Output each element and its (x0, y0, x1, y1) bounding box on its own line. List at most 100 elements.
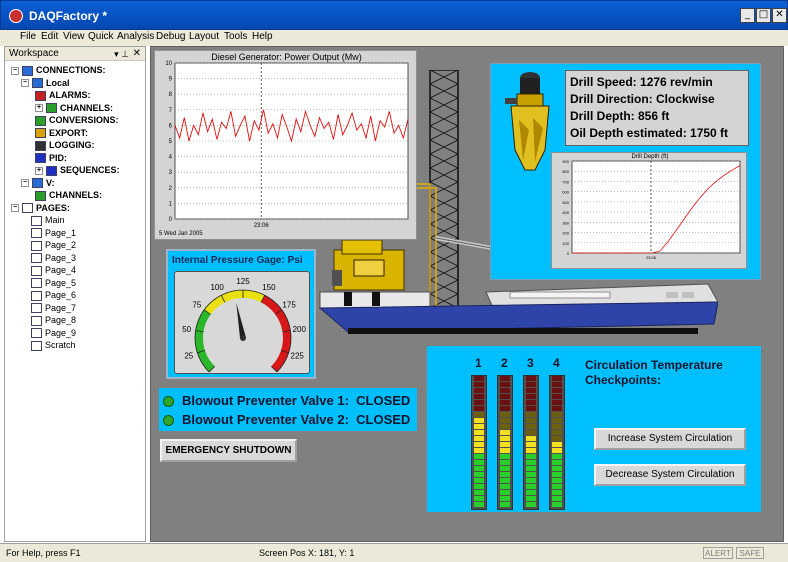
tree-item[interactable]: Page_7 (31, 302, 76, 314)
maximize-button[interactable]: □ (756, 8, 771, 23)
bar-segment (474, 436, 484, 441)
page-icon (31, 278, 42, 289)
node-icon (46, 165, 57, 176)
expand-toggle-icon[interactable]: − (21, 79, 29, 88)
bar-segment (552, 484, 562, 489)
temperature-bar (523, 375, 539, 510)
gauge-face: 0 25 50 75 100 125 150 175 200 225 250 (174, 271, 310, 383)
expand-toggle-icon[interactable]: + (35, 104, 43, 113)
bar-segment (474, 490, 484, 495)
tree-item[interactable]: − CONNECTIONS: (11, 64, 106, 76)
tree-item[interactable]: Scratch (31, 339, 76, 351)
tree-item[interactable]: PID: (35, 152, 67, 164)
valve-2-row: Blowout Preventer Valve 2: CLOSED (163, 412, 410, 427)
tree-item[interactable]: + CHANNELS: (35, 102, 113, 114)
minimize-button[interactable]: _ (740, 8, 755, 23)
tree-item-label: Main (45, 215, 65, 225)
bar-segment (526, 400, 536, 405)
power-chart-date: 5 Wed Jan 2005 (159, 231, 203, 237)
bar-segment (500, 466, 510, 471)
menu-view[interactable]: View (63, 31, 85, 42)
bar-segment (552, 460, 562, 465)
bar-segment (500, 412, 510, 417)
bar-segment (474, 484, 484, 489)
expand-toggle-icon[interactable]: + (35, 166, 43, 175)
tree-item[interactable]: EXPORT: (35, 127, 88, 139)
page-icon (31, 290, 42, 301)
temperature-bar (497, 375, 513, 510)
drill-depth-chart[interactable]: Drill Depth (ft) 0 100 200 300 400 500 600 700 8… (551, 152, 747, 269)
bar-segment (500, 490, 510, 495)
tree-item[interactable]: CONVERSIONS: (35, 114, 119, 126)
expand-toggle-icon[interactable]: − (11, 66, 19, 75)
node-icon (35, 90, 46, 101)
y-tick-label: 10 (165, 61, 172, 67)
tree-item[interactable]: − V: (21, 177, 55, 189)
menu-analysis[interactable]: Analysis (117, 31, 154, 42)
menu-edit[interactable]: Edit (41, 31, 58, 42)
pressure-gauge: 0 25 50 75 100 125 150 175 200 225 250 (182, 277, 306, 383)
tree-item[interactable]: Page_8 (31, 314, 76, 326)
page-icon (31, 215, 42, 226)
workspace-close-icon[interactable]: ✕ (133, 47, 141, 61)
tree-item[interactable]: Page_9 (31, 327, 76, 339)
bar-segment (526, 466, 536, 471)
pin-icon[interactable]: ▾ ⊥ (114, 47, 129, 61)
expand-toggle-icon[interactable]: − (11, 204, 19, 213)
tree-item[interactable]: − PAGES: (11, 202, 70, 214)
tree-item[interactable]: Page_3 (31, 252, 76, 264)
node-icon (32, 178, 43, 189)
menu-debug[interactable]: Debug (156, 31, 185, 42)
bar-segment (552, 376, 562, 381)
increase-circulation-button[interactable]: Increase System Circulation (594, 428, 746, 450)
menu-layout[interactable]: Layout (189, 31, 219, 42)
bar-segment (526, 394, 536, 399)
pressure-gauge-panel: Internal Pressure Gage: Psi 0 25 50 75 100 12… (166, 249, 316, 383)
y-tick-label: 700 (562, 179, 569, 184)
bar-segment (526, 382, 536, 387)
tree-item[interactable]: Page_6 (31, 289, 76, 301)
bar-segment (474, 376, 484, 381)
expand-toggle-icon[interactable]: − (21, 179, 29, 188)
menu-tools[interactable]: Tools (224, 31, 247, 42)
bar-segment (526, 442, 536, 447)
tree-item[interactable]: − Local (21, 77, 70, 89)
menu-file[interactable]: File (20, 31, 36, 42)
y-tick-label: 8 (169, 92, 173, 98)
tree-item-label: Page_5 (45, 277, 77, 288)
menu-help[interactable]: Help (252, 31, 273, 42)
node-icon (35, 153, 46, 164)
bar-segment (552, 436, 562, 441)
close-button[interactable]: ✕ (772, 8, 787, 23)
gauge-label: 25 (184, 352, 193, 361)
decrease-circulation-button[interactable]: Decrease System Circulation (594, 464, 746, 486)
tree-item[interactable]: ALARMS: (35, 89, 91, 101)
node-icon (35, 128, 46, 139)
emergency-shutdown-button[interactable]: EMERGENCY SHUTDOWN (160, 439, 297, 462)
power-output-chart[interactable]: Diesel Generator: Power Output (Mw) 0123… (154, 50, 417, 240)
tree-item[interactable]: + SEQUENCES: (35, 164, 120, 176)
tree-item[interactable]: Main (31, 214, 65, 226)
status-screen-pos: Screen Pos X: 181, Y: 1 (259, 548, 355, 558)
y-tick-label: 200 (562, 231, 569, 236)
bar-segment (474, 466, 484, 471)
bar-segment (552, 430, 562, 435)
window-title: DAQFactory * (29, 9, 108, 23)
valve-2-indicator (163, 415, 174, 427)
bar-segment (526, 460, 536, 465)
tree-item[interactable]: Page_1 (31, 227, 76, 239)
tree-item-label: EXPORT: (49, 127, 89, 138)
tree-item[interactable]: LOGGING: (35, 139, 95, 151)
menu-quick[interactable]: Quick (88, 31, 114, 42)
bar-segment (500, 496, 510, 501)
tree-item[interactable]: CHANNELS: (35, 189, 102, 201)
x-tick-label: 23:06 (646, 255, 657, 260)
checkpoint-label: 1 (475, 356, 482, 370)
tree-item[interactable]: Page_4 (31, 264, 76, 276)
oil-depth: Oil Depth estimated: 1750 ft (570, 126, 729, 140)
bar-segment (474, 430, 484, 435)
x-tick-label: 23:06 (254, 223, 270, 229)
bar-segment (526, 496, 536, 501)
tree-item[interactable]: Page_5 (31, 277, 76, 289)
tree-item[interactable]: Page_2 (31, 239, 76, 251)
